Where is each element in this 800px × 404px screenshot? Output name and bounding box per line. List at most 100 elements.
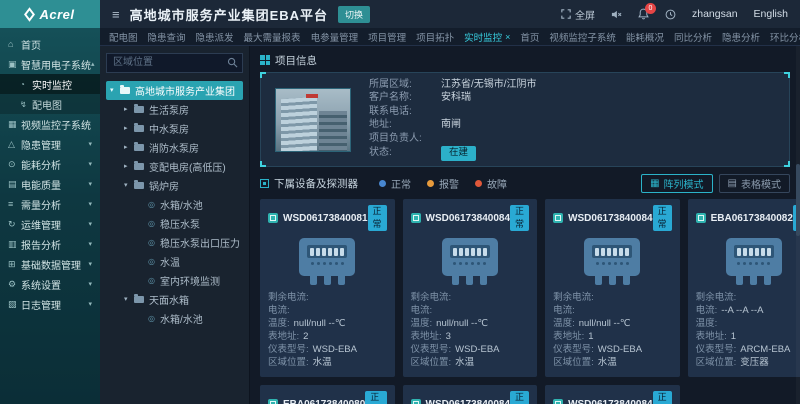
caret-collapsed-icon[interactable]: ▸: [124, 143, 134, 151]
chevron-down-icon: ▾: [88, 240, 92, 248]
tab[interactable]: 实时监控×: [459, 30, 515, 44]
fullscreen-button[interactable]: 全屏: [561, 7, 595, 22]
caret-collapsed-icon[interactable]: ▸: [124, 162, 134, 170]
tab[interactable]: 配电图: [104, 30, 143, 44]
sidebar-item[interactable]: ▦视频监控子系统: [0, 114, 100, 134]
tree-node[interactable]: ◎室内环境监测: [106, 271, 243, 290]
sidebar-item[interactable]: ▣智慧用电子系统▴: [0, 54, 100, 74]
tree-node[interactable]: ▸变配电房(高低压): [106, 157, 243, 176]
grid-view-button[interactable]: ▦阵列模式: [641, 174, 712, 193]
tree-node[interactable]: ◎稳压水泵出口压力: [106, 233, 243, 252]
legend-label: 报警: [439, 176, 459, 191]
caret-collapsed-icon[interactable]: ▸: [124, 124, 134, 132]
tab-label: 实时监控: [464, 30, 502, 44]
table-view-button[interactable]: ▤表格模式: [719, 174, 790, 193]
folder-icon: [134, 106, 144, 113]
tab-label: 同比分析: [674, 30, 712, 44]
chevron-down-icon: ▾: [88, 200, 92, 208]
device-field-row: 剩余电流:: [553, 291, 672, 304]
device-field-row: 剩余电流:: [696, 291, 800, 304]
sidebar-subitem[interactable]: ↯配电图: [0, 94, 100, 114]
tab[interactable]: 最大需量报表: [239, 30, 306, 44]
caret-expanded-icon[interactable]: ▾: [124, 181, 134, 189]
switch-project-button[interactable]: 切换: [338, 6, 370, 23]
device-card[interactable]: WSD06173840084正常: [403, 385, 538, 404]
tab[interactable]: 电参量管理: [306, 30, 364, 44]
tab[interactable]: 项目管理: [363, 30, 411, 44]
tab[interactable]: 隐患派发: [191, 30, 239, 44]
tree-node[interactable]: ▸生活泵房: [106, 100, 243, 119]
sidebar-item[interactable]: ▥报告分析▾: [0, 234, 100, 254]
device-field-row: 区域位置:变压器: [696, 356, 800, 369]
region-search-input[interactable]: [106, 53, 243, 73]
distribution-map-icon: ↯: [20, 100, 32, 109]
device-field-row: 温度:null/null --℃: [411, 317, 530, 330]
header-actions: 全屏 0 zhangsan English: [561, 7, 800, 22]
device-icon: [553, 213, 563, 223]
device-card[interactable]: WSD06173840084正常剩余电流:电流:温度:null/null --℃…: [403, 199, 538, 377]
device-card[interactable]: EBA06173840082正常剩余电流:电流:--A --A --A温度:表地…: [688, 199, 800, 377]
demand-analysis-icon: ≡: [8, 199, 21, 209]
tree-node[interactable]: ◎稳压水泵: [106, 214, 243, 233]
tab[interactable]: 环比分析: [765, 30, 800, 44]
tab[interactable]: 同比分析: [669, 30, 717, 44]
tree-node[interactable]: ▸中水泵房: [106, 119, 243, 138]
device-field-row: 电流:--A --A --A: [696, 304, 800, 317]
power-quality-icon: ▤: [8, 179, 21, 190]
tree-node[interactable]: ▾高地城市服务产业集团: [106, 81, 243, 100]
menu-toggle-icon[interactable]: ≡: [112, 7, 120, 22]
sidebar-subitem[interactable]: ◔实时监控: [0, 74, 100, 94]
device-card[interactable]: WSD06173840081正常剩余电流:电流:温度:null/null --℃…: [260, 199, 395, 377]
mode-label: 阵列模式: [664, 176, 704, 191]
search-icon[interactable]: [227, 57, 238, 68]
sidebar-item[interactable]: ⌂首页: [0, 34, 100, 54]
device-field-row: 仪表型号:ARCM-EBA: [696, 343, 800, 356]
sidebar-item[interactable]: ▧日志管理▾: [0, 294, 100, 314]
device-field-label: 仪表型号:: [268, 343, 309, 356]
tab[interactable]: 隐患分析: [717, 30, 765, 44]
tree-node[interactable]: ▸消防水泵房: [106, 138, 243, 157]
language-switch[interactable]: English: [754, 8, 788, 20]
device-card-header: EBA06173840080正常: [268, 391, 387, 404]
sidebar-item[interactable]: △隐患管理▾: [0, 134, 100, 154]
project-info-row: 所属区域:江苏省/无锡市/江阴市: [369, 79, 537, 92]
sidebar-item[interactable]: ⊙能耗分析▾: [0, 154, 100, 174]
caret-collapsed-icon[interactable]: ▸: [124, 105, 134, 113]
tab-label: 隐患派发: [196, 30, 234, 44]
sidebar-item[interactable]: ⊞基础数据管理▾: [0, 254, 100, 274]
device-field-label: 温度:: [268, 317, 290, 330]
tab[interactable]: 能耗概况: [621, 30, 669, 44]
device-id: WSD06173840081: [283, 213, 368, 224]
device-card[interactable]: EBA06173840080正常: [260, 385, 395, 404]
caret-expanded-icon[interactable]: ▾: [110, 86, 120, 94]
device-card[interactable]: WSD06173840084正常剩余电流:电流:温度:null/null --℃…: [545, 199, 680, 377]
username[interactable]: zhangsan: [692, 8, 738, 20]
fullscreen-icon: [561, 9, 571, 19]
sidebar-item[interactable]: ⚙系统设置▾: [0, 274, 100, 294]
field-label: 客户名称:: [369, 92, 441, 105]
caret-expanded-icon[interactable]: ▾: [124, 295, 134, 303]
field-value: 江苏省/无锡市/江阴市: [441, 79, 537, 92]
sidebar-item[interactable]: ▤电能质量▾: [0, 174, 100, 194]
tab[interactable]: 项目拓扑: [411, 30, 459, 44]
brand-logo[interactable]: Acrel: [0, 0, 100, 28]
tab[interactable]: 首页: [515, 30, 544, 44]
tree-node[interactable]: ◎水箱/水池: [106, 195, 243, 214]
notification-bell-icon[interactable]: 0: [638, 8, 649, 20]
help-clock-icon[interactable]: [665, 9, 676, 20]
device-status-badge: 正常: [653, 205, 672, 231]
tab-close-icon[interactable]: ×: [505, 32, 510, 42]
scrollbar-thumb[interactable]: [796, 164, 800, 236]
sidebar-item[interactable]: ↻运维管理▾: [0, 214, 100, 234]
tree-node[interactable]: ▾锅炉房: [106, 176, 243, 195]
main-scrollbar[interactable]: [796, 46, 800, 404]
device-card[interactable]: WSD06173840084正常: [545, 385, 680, 404]
tree-node[interactable]: ◎水温: [106, 252, 243, 271]
mute-icon[interactable]: [611, 9, 622, 20]
device-field-value: 变压器: [740, 356, 769, 369]
tab[interactable]: 隐患查询: [143, 30, 191, 44]
sidebar-item[interactable]: ≡需量分析▾: [0, 194, 100, 214]
tree-node[interactable]: ◎水箱/水池: [106, 309, 243, 328]
tree-node[interactable]: ▾天面水箱: [106, 290, 243, 309]
tab[interactable]: 视频监控子系统: [544, 30, 621, 44]
